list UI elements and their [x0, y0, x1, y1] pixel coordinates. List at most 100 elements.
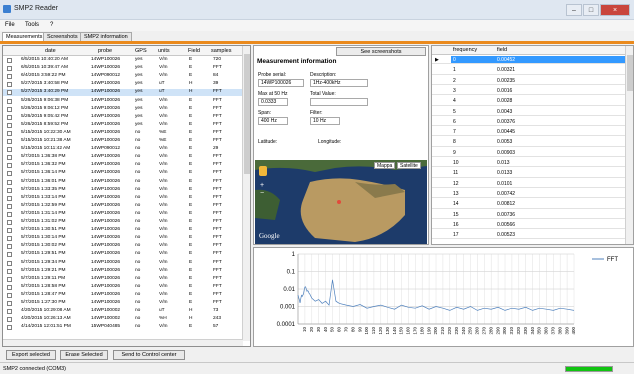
table-row[interactable]: 5/7/2015 1:30:51 PM 14WP100026 no V/m E FFT: [3, 227, 243, 234]
see-screenshots-button[interactable]: See screenshots: [336, 47, 426, 56]
menu-tools[interactable]: Tools: [25, 22, 39, 28]
table-row[interactable]: 5/27/2015 3:40:29 PM 14WP100026 yes uT H FFT: [3, 89, 243, 96]
table-row[interactable]: 5/7/2015 1:29:21 PM 14WP100026 no V/m E FFT: [3, 268, 243, 274]
menu-help[interactable]: ?: [50, 22, 53, 28]
row-checkbox[interactable]: [7, 74, 12, 80]
table-row[interactable]: 5/7/2015 1:30:02 PM 14WP100026 no V/m E FFT: [3, 243, 243, 250]
freq-row[interactable]: 14 0.00812: [432, 200, 626, 209]
freq-scrollbar[interactable]: [625, 46, 633, 244]
row-checkbox[interactable]: [7, 203, 12, 209]
send-to-control-center-button[interactable]: Send to Control center: [113, 350, 185, 360]
freq-row[interactable]: ▶ 0 0.00452: [432, 56, 626, 65]
table-row[interactable]: 6/4/2015 3:59:22 PM 14WP090012 yes V/m E 84: [3, 73, 243, 80]
row-checkbox[interactable]: [7, 147, 12, 153]
table-row[interactable]: 5/7/2015 1:36:14 PM 14WP100026 no V/m E FFT: [3, 170, 243, 177]
minimize-button[interactable]: –: [566, 4, 582, 16]
table-row[interactable]: 5/7/2015 1:29:11 PM 14WP100026 no V/m E FFT: [3, 276, 243, 282]
export-selected-button[interactable]: Export selected: [6, 350, 56, 360]
close-button[interactable]: ×: [600, 4, 630, 16]
zoom-in-button[interactable]: +: [260, 182, 264, 189]
freq-row[interactable]: 3 0.0016: [432, 87, 626, 96]
row-checkbox[interactable]: [7, 317, 12, 323]
table-row[interactable]: 5/7/2015 1:31:14 PM 14WP100026 no V/m E FFT: [3, 211, 243, 217]
row-checkbox[interactable]: [7, 106, 12, 112]
table-row[interactable]: 4/20/2015 10:26:13 AM 14WP100002 no %H H 243: [3, 316, 243, 323]
row-checkbox[interactable]: [7, 260, 12, 266]
row-checkbox[interactable]: [7, 220, 12, 225]
map-type-map-button[interactable]: Mappa: [374, 162, 396, 169]
row-checkbox[interactable]: [7, 114, 12, 120]
row-checkbox[interactable]: [7, 171, 12, 177]
filter-field[interactable]: 10 Hz: [310, 117, 340, 125]
table-row[interactable]: 5/26/2015 8:59:52 PM 14WP100026 yes V/m E FFT: [3, 122, 243, 128]
row-checkbox[interactable]: [7, 155, 12, 161]
row-checkbox[interactable]: [7, 244, 12, 250]
col-frequency[interactable]: frequency: [453, 46, 477, 55]
probe-serial-field[interactable]: 14WP100026: [258, 79, 304, 87]
table-row[interactable]: 5/15/2015 10:11:42 AM 14WP090012 no V/m E 29: [3, 146, 243, 153]
street-view-icon[interactable]: [259, 166, 267, 176]
description-field[interactable]: 1Hz-400kHz: [310, 79, 368, 87]
row-checkbox[interactable]: [7, 139, 12, 144]
col-samples[interactable]: samples: [211, 48, 231, 54]
row-checkbox[interactable]: [7, 195, 12, 201]
location-map[interactable]: Mappa Satellite + − Google: [255, 160, 427, 244]
freq-row[interactable]: 5 0.0043: [432, 108, 626, 116]
col-probe[interactable]: probe: [98, 48, 112, 54]
row-checkbox[interactable]: [7, 268, 12, 274]
row-checkbox[interactable]: [7, 276, 12, 282]
table-row[interactable]: 5/7/2015 1:30:14 PM 14WP100026 no V/m E FFT: [3, 235, 243, 242]
row-checkbox[interactable]: [7, 309, 12, 315]
row-checkbox[interactable]: [7, 179, 12, 185]
row-checkbox[interactable]: [7, 82, 12, 88]
freq-row[interactable]: 6 0.00376: [432, 118, 626, 127]
table-row[interactable]: 5/7/2015 1:36:38 PM 14WP100026 no V/m E FFT: [3, 154, 243, 161]
zoom-out-button[interactable]: −: [260, 190, 264, 197]
freq-row[interactable]: 8 0.0053: [432, 138, 626, 147]
table-row[interactable]: 6/5/2015 10:40:20 AM 14WP100026 yes V/m E 720: [3, 57, 243, 63]
row-checkbox[interactable]: [7, 163, 12, 169]
table-row[interactable]: 4/14/2015 12:01:51 PM 15WP040485 no V/m E 57: [3, 324, 243, 331]
freq-row[interactable]: 10 0.013: [432, 159, 626, 168]
freq-row[interactable]: 4 0.0028: [432, 97, 626, 106]
table-row[interactable]: 5/26/2015 9:05:42 PM 14WP100026 yes V/m E FFT: [3, 114, 243, 120]
row-checkbox[interactable]: [7, 98, 12, 104]
max50-field[interactable]: 0.0333: [258, 98, 288, 106]
col-field[interactable]: field: [497, 46, 507, 55]
table-row[interactable]: 5/26/2015 9:06:12 PM 14WP100026 yes V/m E FFT: [3, 106, 243, 112]
row-checkbox[interactable]: [7, 325, 12, 331]
table-row[interactable]: 5/7/2015 1:32:59 PM 14WP100026 no V/m E FFT: [3, 203, 243, 209]
freq-row[interactable]: 13 0.00742: [432, 190, 626, 199]
erase-selected-button[interactable]: Erase Selected: [60, 350, 108, 360]
row-checkbox[interactable]: [7, 236, 12, 242]
table-row[interactable]: 5/7/2015 1:28:47 PM 14WP100026 no V/m E FFT: [3, 292, 243, 298]
col-date[interactable]: date: [45, 48, 56, 54]
table-row[interactable]: 5/7/2015 1:36:32 PM 14WP100026 no V/m E FFT: [3, 162, 243, 169]
map-marker[interactable]: [337, 200, 341, 204]
tab-screenshots[interactable]: Screenshots: [43, 32, 82, 41]
maximize-button[interactable]: □: [583, 4, 599, 16]
table-row[interactable]: 5/7/2015 1:33:35 PM 14WP100026 no V/m E FFT: [3, 187, 243, 193]
total-value-field[interactable]: [310, 98, 368, 106]
freq-row[interactable]: 1 0.00321: [432, 66, 626, 75]
map-type-satellite-button[interactable]: Satellite: [397, 162, 421, 169]
table-row[interactable]: 5/27/2015 3:40:58 PM 14WP100026 yes uT H 39: [3, 81, 243, 88]
row-checkbox[interactable]: [7, 211, 12, 217]
freq-row[interactable]: 17 0.00523: [432, 231, 626, 240]
row-checkbox[interactable]: [7, 90, 12, 96]
freq-row[interactable]: 12 0.0101: [432, 180, 626, 188]
scroll-thumb[interactable]: [244, 54, 250, 174]
table-row[interactable]: 5/7/2015 1:29:51 PM 14WP100026 no V/m E FFT: [3, 251, 243, 258]
table-row[interactable]: 5/7/2015 1:31:02 PM 14WP100026 no V/m E FFT: [3, 219, 243, 225]
col-field[interactable]: Field: [188, 48, 200, 54]
table-row[interactable]: 6/5/2015 10:39:47 AM 14WP100026 yes V/m E FFT: [3, 65, 243, 72]
row-checkbox[interactable]: [7, 58, 12, 63]
freq-row[interactable]: 15 0.00736: [432, 211, 626, 219]
freq-row[interactable]: 7 0.00445: [432, 128, 626, 137]
freq-row[interactable]: 2 0.00235: [432, 77, 626, 85]
col-gps[interactable]: GPS: [135, 48, 147, 54]
row-checkbox[interactable]: [7, 187, 12, 193]
col-units[interactable]: units: [158, 48, 170, 54]
table-row[interactable]: 4/20/2015 10:29:08 AM 14WP100002 no uT H 73: [3, 308, 243, 315]
tab-measurements[interactable]: Measurements: [2, 32, 47, 41]
